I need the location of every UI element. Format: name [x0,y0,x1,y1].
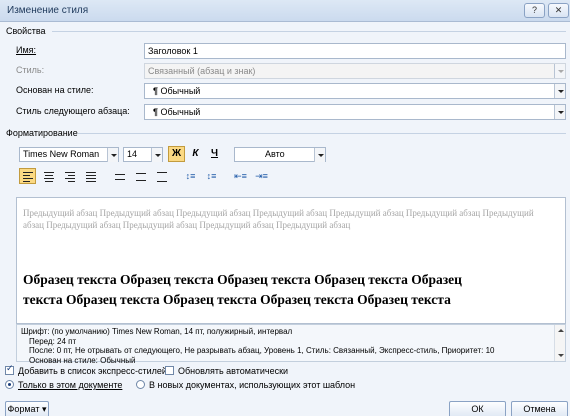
align-center-icon [41,169,57,183]
space-before-icon: ↕≡ [185,171,196,181]
chevron-down-icon [554,64,565,78]
description-line-3: После: 0 пт, Не отрывать от следующего, … [29,346,495,355]
style-type-value: Связанный (абзац и знак) [148,66,256,76]
chevron-down-icon[interactable] [554,84,565,98]
chevron-down-icon[interactable] [314,148,325,162]
name-label-text: Имя: [16,45,37,55]
cancel-button[interactable]: Отмена [511,401,568,416]
add-to-gallery-checkbox[interactable] [5,364,14,375]
based-on-value: Обычный [160,86,201,96]
description-scrollbar[interactable] [554,325,565,361]
decrease-indent-icon: ⇤≡ [234,171,247,181]
increase-indent-icon: ⇥≡ [255,171,268,181]
new-documents-radio[interactable] [136,380,145,389]
help-button[interactable]: ? [524,3,545,18]
description-line-1: Шрифт: (по умолчанию) Times New Roman, 1… [21,327,293,336]
properties-header: Свойства [6,26,46,36]
single-spacing-icon [112,169,128,183]
bold-button[interactable]: Ж [168,146,185,162]
align-right-button[interactable] [61,168,78,184]
size-select[interactable]: 14 [123,147,163,162]
align-right-icon [62,169,78,183]
format-button[interactable]: Формат ▾ [5,401,49,416]
style-description: Шрифт: (по умолчанию) Times New Roman, 1… [16,324,566,365]
formatting-divider [78,133,566,134]
ok-button[interactable]: ОК [449,401,506,416]
sample-line-1: Образец текста Образец текста Образец те… [23,272,462,287]
new-documents-label[interactable]: В новых документах, использующих этот ша… [149,380,355,390]
color-value: Авто [265,149,285,159]
italic-button[interactable]: К [187,146,204,162]
name-field[interactable]: Заголовок 1 [144,43,566,59]
previous-paragraph-text: Предыдущий абзац Предыдущий абзац Предыд… [23,208,534,230]
align-left-button[interactable] [19,168,36,184]
description-line-2: Перед: 24 пт [29,336,77,346]
next-style-label: Стиль следующего абзаца: [16,106,130,116]
sample-line-2: текста Образец текста Образец текста Обр… [23,292,451,307]
decrease-indent-button[interactable]: ⇤≡ [232,168,249,184]
next-style-value: Обычный [160,107,201,117]
add-to-gallery-label[interactable]: Добавить в список экспресс-стилей [18,366,167,376]
description-line-4: Основан на стиле: Обычный [29,355,136,365]
chevron-down-icon[interactable] [107,148,118,162]
next-style-select[interactable]: ¶ Обычный [144,104,566,120]
justify-icon [83,169,99,183]
space-before-button[interactable]: ↕≡ [182,168,199,184]
style-preview: Предыдущий абзац Предыдущий абзац Предыд… [16,197,566,324]
increase-indent-button[interactable]: ⇥≡ [253,168,270,184]
formatting-header: Форматирование [6,128,78,138]
paragraph-mark-icon: ¶ [153,86,159,96]
underline-button[interactable]: Ч [206,146,223,162]
double-spacing-icon [154,169,170,183]
title-bar: Изменение стиля ? ✕ [0,0,570,22]
auto-update-label[interactable]: Обновлять автоматически [178,366,288,376]
chevron-down-icon[interactable] [151,148,162,162]
font-value: Times New Roman [23,149,100,159]
this-document-label[interactable]: Только в этом документе [18,380,122,390]
chevron-down-icon[interactable] [554,105,565,119]
dialog-body: Свойства Имя: Заголовок 1 Стиль: Связанн… [0,22,570,416]
align-left-icon [20,169,36,183]
space-after-button[interactable]: ↕≡ [203,168,220,184]
style-type-label: Стиль: [16,65,45,75]
sample-text: Образец текста Образец текста Образец те… [23,270,563,310]
this-document-radio[interactable] [5,380,14,389]
one-and-half-spacing-button[interactable] [132,168,149,184]
double-spacing-button[interactable] [153,168,170,184]
style-type-select: Связанный (абзац и знак) [144,63,566,79]
size-value: 14 [127,149,138,159]
based-on-select[interactable]: ¶ Обычный [144,83,566,99]
single-spacing-button[interactable] [111,168,128,184]
properties-divider [52,31,566,32]
space-after-icon: ↕≡ [206,171,217,181]
based-on-label: Основан на стиле: [16,85,94,95]
window-title: Изменение стиля [7,5,89,16]
name-label: Имя: [16,45,36,55]
auto-update-checkbox[interactable] [165,366,174,375]
justify-button[interactable] [82,168,99,184]
color-select[interactable]: Авто [234,147,326,162]
align-center-button[interactable] [40,168,57,184]
close-button[interactable]: ✕ [548,3,569,18]
paragraph-mark-icon: ¶ [153,107,159,117]
font-select[interactable]: Times New Roman [19,147,119,162]
one-and-half-spacing-icon [133,169,149,183]
